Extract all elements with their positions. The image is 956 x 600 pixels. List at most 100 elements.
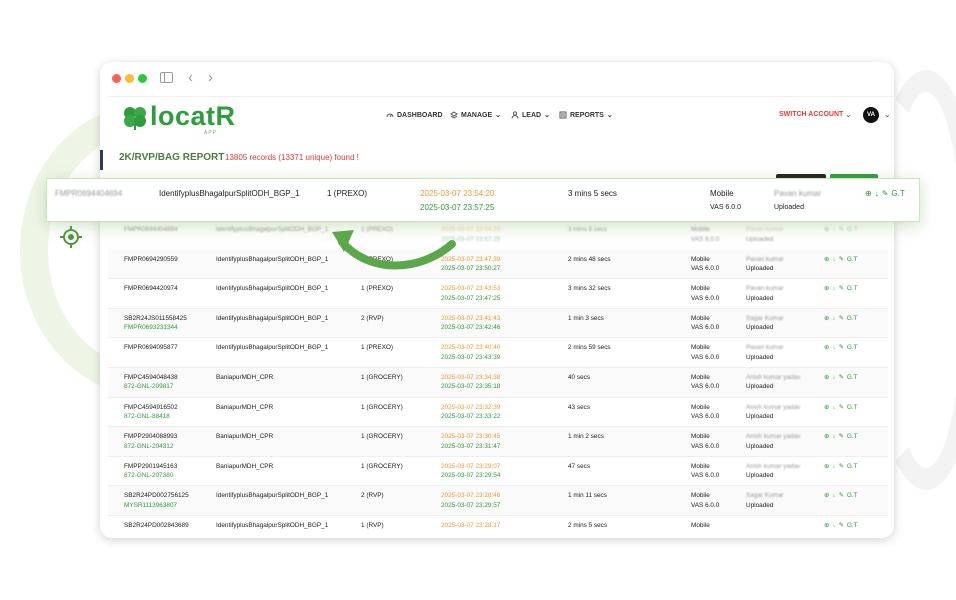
maximize-window-button[interactable] xyxy=(138,74,147,83)
table-row[interactable]: FMPR0694290559 IdentifyplusBhagalpurSplit… xyxy=(108,249,888,280)
minimize-window-button[interactable] xyxy=(125,74,134,83)
row-user: Pavan kumar xyxy=(746,344,784,352)
table-row[interactable]: FMPP2901945163 872-GNL-207380 BaniapurMDH_… xyxy=(108,457,888,487)
row-id-cell: SB2R24PD002756125 MYSR1113963807 xyxy=(124,491,189,510)
table-row[interactable]: FMPC4594048438 872-GNL-209817 BaniapurMDH_… xyxy=(108,367,888,398)
download-icon[interactable]: ↓ xyxy=(832,432,835,442)
edit-icon[interactable]: ✎ xyxy=(839,432,844,442)
edit-icon[interactable]: ✎ xyxy=(839,373,844,383)
edit-icon[interactable]: ✎ xyxy=(839,403,844,413)
forward-arrow-icon[interactable]: › xyxy=(208,68,213,88)
row-id-cell: FMPP2901945163 872-GNL-207380 xyxy=(124,462,177,481)
row-sub-id[interactable]: FMPR0693231344 xyxy=(124,324,178,331)
view-icon[interactable]: ⊕ xyxy=(865,187,872,200)
table-row[interactable]: SB2R24PD002843689 IdentifyplusBhagalpurSp… xyxy=(108,516,888,538)
row-id: FMPP2904088993 xyxy=(124,433,178,441)
row-time-cell: 2025-03-07 23:28:46 2025-03-07 23:29:57 xyxy=(441,491,500,510)
row-device-cell: Mobile xyxy=(691,521,710,531)
download-icon[interactable]: ↓ xyxy=(832,225,835,235)
row-id: SB2R24PD002843689 xyxy=(124,521,189,529)
gt-button[interactable]: G.T xyxy=(847,432,858,442)
row-time-start: 2025-03-07 23:28:17 xyxy=(441,521,501,529)
gt-button[interactable]: G.T xyxy=(847,491,858,501)
row-version: VAS 6.0.0 xyxy=(691,324,720,332)
gt-button[interactable]: G.T xyxy=(891,187,904,200)
row-actions: ⊕ ↓ ✎ G.T xyxy=(824,225,858,235)
locatr-logo[interactable]: locatR xyxy=(120,101,236,132)
table-row[interactable]: FMPP2904088993 872-GNL-204312 BaniapurMDH_… xyxy=(108,427,888,457)
nav-manage[interactable]: MANAGE ⌄ xyxy=(450,111,501,119)
download-icon[interactable]: ↓ xyxy=(832,284,835,294)
view-icon[interactable]: ⊕ xyxy=(824,462,829,472)
row-sub-id[interactable]: MYSR1113963807 xyxy=(124,502,177,509)
nav-reports[interactable]: REPORTS ⌄ xyxy=(559,111,613,119)
download-icon[interactable]: ↓ xyxy=(832,314,835,324)
gt-button[interactable]: G.T xyxy=(847,403,858,413)
row-time-end: 2025-03-07 23:35:18 xyxy=(441,383,501,391)
download-icon[interactable]: ↓ xyxy=(832,373,835,383)
view-icon[interactable]: ⊕ xyxy=(824,491,829,501)
view-icon[interactable]: ⊕ xyxy=(824,343,829,353)
gt-button[interactable]: G.T xyxy=(847,462,858,472)
edit-icon[interactable]: ✎ xyxy=(839,255,844,265)
gt-button[interactable]: G.T xyxy=(847,314,858,324)
edit-icon[interactable]: ✎ xyxy=(839,521,844,531)
table-row[interactable]: FMPC4594916502 872-GNL-88418 BaniapurMDH_C… xyxy=(108,398,888,428)
edit-icon[interactable]: ✎ xyxy=(839,491,844,501)
table-row[interactable]: SB2R24PD002756125 MYSR1113963807 Identifyp… xyxy=(108,486,888,516)
edit-icon[interactable]: ✎ xyxy=(839,343,844,353)
download-icon[interactable]: ↓ xyxy=(832,491,835,501)
table-row[interactable]: SB2R24JS011558425 FMPR0693231344 Identifyp… xyxy=(108,308,888,339)
row-duration: 3 mins 5 secs xyxy=(568,226,608,233)
chevron-down-icon[interactable]: ⌄ xyxy=(884,110,891,119)
view-icon[interactable]: ⊕ xyxy=(824,521,829,531)
table-row[interactable]: FMPR0694095877 IdentifyplusBhagalpurSplit… xyxy=(108,338,888,368)
row-location: IdentifyplusBhagalpurSplitODH_BGP_1 xyxy=(216,492,329,500)
view-icon[interactable]: ⊕ xyxy=(824,314,829,324)
sidebar-toggle-icon[interactable] xyxy=(160,72,173,83)
gt-button[interactable]: G.T xyxy=(847,225,858,235)
row-time-cell: 2025-03-07 23:34:38 2025-03-07 23:35:18 xyxy=(441,373,500,392)
row-version: VAS 6.0.0 xyxy=(691,413,720,421)
nav-lead[interactable]: LEAD ⌄ xyxy=(511,111,550,119)
edit-icon[interactable]: ✎ xyxy=(839,462,844,472)
row-sub-id[interactable]: 872-GNL-204312 xyxy=(124,443,173,450)
row-duration: 43 secs xyxy=(568,403,591,411)
highlighted-row[interactable]: FMPR0694404694 IdentifyplusBhagalpurSpli… xyxy=(46,178,920,222)
download-icon[interactable]: ↓ xyxy=(832,255,835,265)
table-row[interactable]: FMPR0694420974 IdentifyplusBhagalpurSplit… xyxy=(108,279,888,309)
download-icon[interactable]: ↓ xyxy=(832,521,835,531)
close-window-button[interactable] xyxy=(112,74,121,83)
row-sub-id[interactable]: 872-GNL-207380 xyxy=(124,472,173,479)
row-device-cell: Mobile VAS 6.0.0 xyxy=(691,225,719,244)
chevron-down-icon[interactable]: ⌄ xyxy=(845,110,852,119)
avatar[interactable]: VA xyxy=(863,107,879,123)
view-icon[interactable]: ⊕ xyxy=(824,403,829,413)
edit-icon[interactable]: ✎ xyxy=(839,225,844,235)
edit-icon[interactable]: ✎ xyxy=(839,284,844,294)
gt-button[interactable]: G.T xyxy=(847,521,858,531)
download-icon[interactable]: ↓ xyxy=(832,343,835,353)
edit-icon[interactable]: ✎ xyxy=(882,187,889,200)
row-device-cell: Mobile VAS 6.0.0 xyxy=(691,343,719,362)
gt-button[interactable]: G.T xyxy=(847,343,858,353)
gt-button[interactable]: G.T xyxy=(847,284,858,294)
row-sub-id[interactable]: 872-GNL-88418 xyxy=(124,413,170,420)
view-icon[interactable]: ⊕ xyxy=(824,225,829,235)
view-icon[interactable]: ⊕ xyxy=(824,284,829,294)
table-row[interactable]: FMPR0694404694 IdentifyplusBhagalpurSplit… xyxy=(108,220,888,250)
view-icon[interactable]: ⊕ xyxy=(824,255,829,265)
switch-account-button[interactable]: SWITCH ACCOUNT xyxy=(779,111,843,118)
nav-dashboard[interactable]: DASHBOARD xyxy=(386,111,443,119)
download-icon[interactable]: ↓ xyxy=(832,403,835,413)
gt-button[interactable]: G.T xyxy=(847,373,858,383)
download-icon[interactable]: ↓ xyxy=(875,187,879,200)
view-icon[interactable]: ⊕ xyxy=(824,432,829,442)
edit-icon[interactable]: ✎ xyxy=(839,314,844,324)
download-icon[interactable]: ↓ xyxy=(832,462,835,472)
back-arrow-icon[interactable]: ‹ xyxy=(188,68,193,88)
row-time-start: 2025-03-07 23:43:53 xyxy=(441,285,501,293)
gt-button[interactable]: G.T xyxy=(847,255,858,265)
view-icon[interactable]: ⊕ xyxy=(824,373,829,383)
row-sub-id[interactable]: 872-GNL-209817 xyxy=(124,383,173,390)
